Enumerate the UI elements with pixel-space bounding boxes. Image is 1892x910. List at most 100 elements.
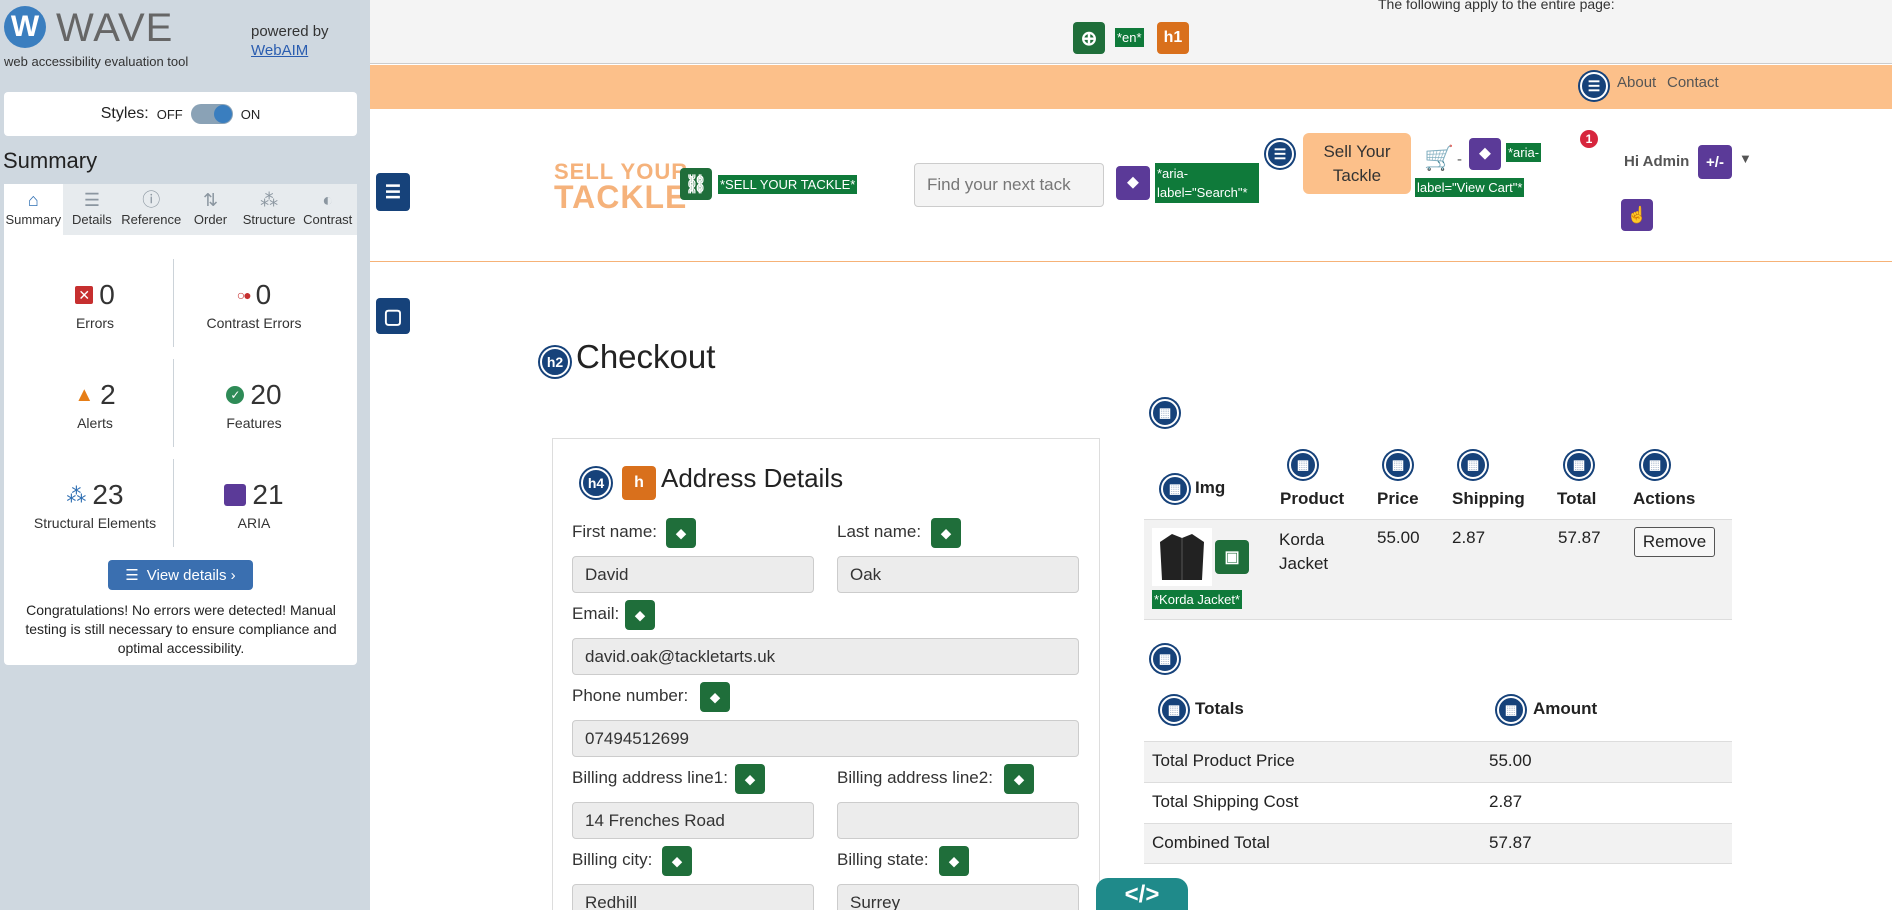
aria-icon	[224, 484, 247, 506]
heading-alert-icon[interactable]: h	[622, 466, 656, 500]
tab-reference-label: Reference	[121, 212, 182, 227]
aria-label-icon[interactable]: ⬥	[1469, 138, 1501, 170]
sell-your-tackle-logo[interactable]: SELL YOUR TACKLE	[554, 161, 688, 214]
tab-order[interactable]: ⇅ Order	[181, 184, 240, 235]
email-field[interactable]: david.oak@tackletarts.uk	[572, 638, 1079, 675]
list-icon[interactable]: ☰	[1266, 140, 1294, 168]
cart-icon[interactable]: 🛒	[1424, 144, 1454, 173]
search-aria-label: *aria-label="Search"*	[1155, 163, 1259, 203]
structural-label: Structural Elements	[33, 515, 157, 531]
navigation-region-icon[interactable]: ☰	[376, 173, 410, 211]
table-header-icon[interactable]: ▦	[1459, 451, 1487, 479]
address1-field[interactable]: 14 Frenches Road	[572, 802, 814, 839]
col-amount: Amount	[1533, 699, 1598, 718]
language-icon[interactable]: ⊕	[1073, 22, 1105, 54]
styles-label: Styles:	[100, 105, 149, 122]
tab-summary[interactable]: ⌂ Summary	[4, 184, 63, 235]
table-header-icon[interactable]: ▦	[1497, 696, 1525, 724]
styles-toggle-box: Styles: OFF ON	[4, 92, 357, 136]
remove-button[interactable]: Remove	[1634, 527, 1715, 557]
product-image	[1152, 528, 1212, 586]
code-view-tab[interactable]: </>	[1096, 878, 1188, 910]
city-field[interactable]: Redhill	[572, 884, 814, 910]
stat-features: ✓ 20 Features	[179, 379, 329, 431]
chevron-down-icon[interactable]: ▼	[1739, 151, 1752, 166]
label-icon[interactable]: ⬥	[1004, 764, 1034, 794]
order-icon: ⇅	[202, 190, 219, 210]
logo-alt-label: *SELL YOUR TACKLE*	[718, 175, 858, 194]
label-icon[interactable]: ⬥	[662, 846, 692, 876]
wave-logo-icon: W	[4, 6, 46, 48]
table-header-icon[interactable]: ▦	[1641, 451, 1669, 479]
features-label: Features	[226, 415, 282, 431]
aria-label-icon[interactable]: ⬥	[1116, 166, 1150, 200]
feature-icon: ✓	[226, 386, 245, 404]
image-icon[interactable]: ▣	[1215, 540, 1249, 574]
header-divider	[370, 261, 1892, 262]
hi-admin-menu[interactable]: Hi Admin	[1624, 153, 1689, 170]
styles-off-label: OFF	[156, 106, 183, 122]
label-icon[interactable]: ⬥	[735, 764, 765, 794]
label-icon[interactable]: ⬥	[939, 846, 969, 876]
tab-structure[interactable]: ⁂ Structure	[240, 184, 299, 235]
powered-by-text: powered by	[251, 23, 329, 40]
totals-row-value: 55.00	[1489, 751, 1532, 770]
styles-on-label: ON	[240, 106, 261, 122]
tab-contrast[interactable]: ◐ Contrast	[298, 184, 357, 235]
table-header-icon[interactable]: ▦	[1160, 696, 1188, 724]
about-link[interactable]: About	[1617, 74, 1656, 91]
wave-tagline: web accessibility evaluation tool	[4, 54, 189, 69]
view-details-label: View details ›	[146, 566, 236, 584]
search-input[interactable]: Find your next tack	[914, 163, 1104, 207]
structural-count: 23	[92, 479, 124, 510]
aria-expanded-icon[interactable]: +/-	[1698, 145, 1732, 179]
table-header-icon[interactable]: ▦	[1384, 451, 1412, 479]
contrast-errors-label: Contrast Errors	[206, 315, 302, 331]
state-field[interactable]: Surrey	[837, 884, 1079, 910]
table-icon[interactable]: ▦	[1151, 399, 1179, 427]
shipping-cell: 2.87	[1452, 528, 1486, 547]
cart-aria-label-2: label="View Cart"*	[1415, 178, 1525, 197]
tab-reference[interactable]: ⓘ Reference	[121, 184, 181, 235]
webaim-link[interactable]: WebAIM	[251, 42, 308, 59]
address2-field[interactable]	[837, 802, 1079, 839]
contact-link[interactable]: Contact	[1667, 74, 1719, 91]
email-label: Email:	[572, 604, 620, 623]
h4-badge-icon[interactable]: h4	[581, 468, 611, 498]
label-icon[interactable]: ⬥	[666, 518, 696, 548]
phone-field[interactable]: 07494512699	[572, 720, 1079, 757]
linked-image-icon[interactable]: ⛓	[680, 168, 712, 200]
table-icon[interactable]: ▦	[1151, 645, 1179, 673]
sell-your-tackle-button[interactable]: Sell Your Tackle	[1303, 133, 1411, 194]
first-name-field[interactable]: David	[572, 556, 814, 593]
label-icon[interactable]: ⬥	[700, 682, 730, 712]
error-icon: ✕	[75, 286, 94, 304]
label-icon[interactable]: ⬥	[931, 518, 961, 548]
structure-icon: ⁂	[260, 190, 279, 210]
address-details-heading: Address Details	[661, 463, 844, 493]
page-title: Checkout	[576, 338, 716, 375]
aria-menu-icon[interactable]: ☝	[1621, 199, 1653, 231]
view-details-button[interactable]: ☰ View details ›	[108, 560, 253, 590]
errors-label: Errors	[75, 315, 115, 331]
main-region-icon[interactable]: ▢	[376, 298, 410, 334]
list-icon: ☰	[125, 567, 139, 584]
table-header-icon[interactable]: ▦	[1289, 451, 1317, 479]
totals-row-label: Total Shipping Cost	[1152, 792, 1299, 811]
label-icon[interactable]: ⬥	[625, 600, 655, 630]
h2-badge-icon[interactable]: h2	[540, 347, 570, 377]
phone-label: Phone number:	[572, 686, 689, 705]
h1-alert-icon[interactable]: h1	[1157, 22, 1189, 54]
table-header-icon[interactable]: ▦	[1161, 475, 1189, 503]
col-total: Total	[1557, 489, 1597, 508]
table-header-icon[interactable]: ▦	[1565, 451, 1593, 479]
last-name-field[interactable]: Oak	[837, 556, 1079, 593]
col-actions: Actions	[1633, 489, 1696, 508]
list-icon[interactable]: ☰	[1580, 72, 1608, 100]
styles-toggle[interactable]	[190, 104, 233, 124]
last-name-label: Last name:	[837, 522, 922, 541]
totals-row-label: Combined Total	[1152, 833, 1270, 852]
tab-details[interactable]: ☰ Details	[63, 184, 122, 235]
first-name-label: First name:	[572, 522, 658, 541]
wave-brand: WAVE	[56, 6, 174, 50]
